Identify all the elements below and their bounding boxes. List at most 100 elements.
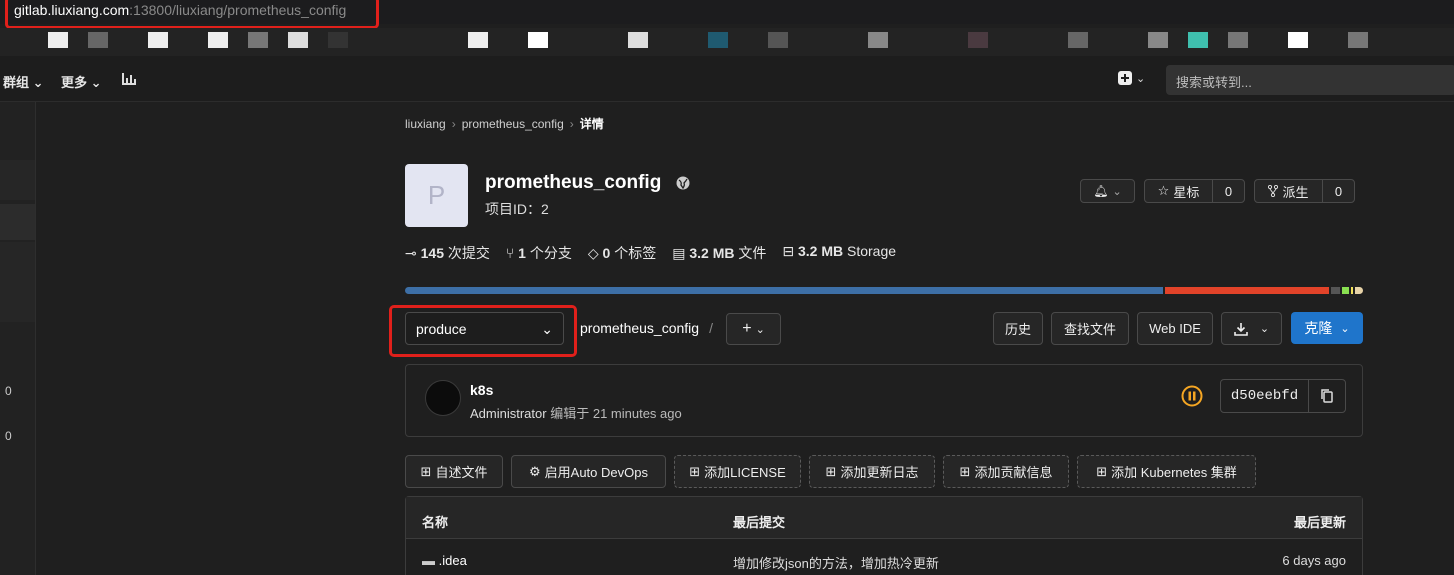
bookmarks-bar: [0, 28, 1454, 56]
add-kubernetes-cluster-button[interactable]: ⊞ 添加 Kubernetes 集群: [1077, 455, 1256, 488]
sidebar-count-badge: 0: [5, 429, 12, 443]
analytics-icon[interactable]: [121, 72, 137, 86]
public-visibility-icon: [676, 176, 690, 190]
readme-button[interactable]: ⊞ 自述文件: [405, 455, 503, 488]
clone-dropdown-button[interactable]: 克隆 ⌄: [1291, 312, 1363, 344]
history-button[interactable]: 历史: [993, 312, 1043, 345]
star-label: 星标: [1173, 184, 1200, 200]
branch-name: produce: [416, 321, 467, 337]
copy-icon: [1321, 389, 1333, 403]
commit-time: 21 minutes ago: [592, 406, 682, 421]
chevron-down-icon: ⌄: [755, 323, 765, 336]
stat-tags-label: 个标签: [614, 245, 657, 261]
stat-branches[interactable]: ⑂ 1 个分支: [506, 243, 572, 263]
star-count[interactable]: 0: [1213, 180, 1244, 202]
copy-sha-button[interactable]: [1308, 379, 1346, 413]
nav-more-label: 更多: [61, 75, 88, 90]
bookmark-item[interactable]: [968, 32, 988, 48]
bookmark-item[interactable]: [1228, 32, 1248, 48]
sidebar-item[interactable]: [0, 242, 35, 322]
clone-label: 克隆: [1304, 320, 1333, 336]
find-file-button[interactable]: 查找文件: [1051, 312, 1129, 345]
fork-count[interactable]: 0: [1323, 180, 1354, 202]
chevron-down-icon: ⌄: [32, 75, 44, 90]
bookmark-item[interactable]: [528, 32, 548, 48]
commit-icon: ⊸: [405, 245, 417, 261]
language-segment[interactable]: [1341, 287, 1349, 294]
stat-storage[interactable]: ⊟ 3.2 MB Storage: [782, 243, 896, 263]
path-separator: /: [709, 320, 713, 336]
stat-files-label: 文件: [738, 245, 767, 261]
file-name-cell[interactable]: ▬ .idea: [422, 553, 467, 568]
search-input[interactable]: 搜索或转到...: [1166, 65, 1454, 95]
language-segment[interactable]: [1165, 287, 1330, 294]
commit-title[interactable]: k8s: [470, 382, 493, 398]
branch-selector[interactable]: produce ⌄: [405, 312, 564, 345]
language-segment[interactable]: [1355, 287, 1363, 294]
add-license-button[interactable]: ⊞ 添加LICENSE: [674, 455, 801, 488]
download-dropdown[interactable]: ⌄: [1221, 312, 1282, 345]
breadcrumb-project[interactable]: prometheus_config: [462, 117, 564, 131]
sidebar-item[interactable]: [0, 160, 35, 200]
web-ide-button[interactable]: Web IDE: [1137, 312, 1213, 345]
sidebar-item-active[interactable]: [0, 204, 35, 240]
stat-files[interactable]: ▤ 3.2 MB 文件: [672, 243, 766, 263]
add-to-tree-dropdown[interactable]: + ⌄: [726, 313, 781, 345]
author-avatar[interactable]: [425, 380, 461, 416]
project-id-value: 2: [541, 201, 549, 217]
bookmark-item[interactable]: [628, 32, 648, 48]
bookmark-item[interactable]: [708, 32, 728, 48]
chevron-down-icon: ⌄: [1259, 323, 1270, 335]
commit-author[interactable]: Administrator: [470, 406, 547, 421]
star-button[interactable]: ☆ 星标: [1145, 180, 1213, 202]
commit-message-cell[interactable]: 增加修改json的方法，增加热冷更新: [733, 553, 939, 572]
folder-icon: ▬: [422, 553, 435, 568]
bookmark-item[interactable]: [1288, 32, 1308, 48]
repository-language-bar[interactable]: [405, 287, 1363, 294]
stat-commits-value: 145: [420, 245, 444, 261]
sidebar: [0, 102, 36, 575]
language-segment[interactable]: [405, 287, 1164, 294]
nav-more-menu[interactable]: 更多 ⌄: [61, 72, 102, 91]
nav-groups-menu[interactable]: 群组 ⌄: [3, 72, 44, 91]
bookmark-item[interactable]: [1148, 32, 1168, 48]
stat-branches-value: 1: [518, 245, 526, 261]
bookmark-item[interactable]: [1188, 32, 1208, 48]
bookmark-item[interactable]: [468, 32, 488, 48]
breadcrumb-namespace[interactable]: liuxiang: [405, 117, 446, 131]
notification-dropdown[interactable]: 🔔︎ ⌄: [1080, 179, 1135, 203]
add-changelog-button[interactable]: ⊞ 添加更新日志: [809, 455, 935, 488]
stat-storage-label: Storage: [847, 243, 897, 259]
chevron-down-icon: ⌄: [1112, 185, 1122, 198]
chevron-down-icon: ⌄: [541, 321, 553, 337]
pipeline-paused-icon[interactable]: [1181, 385, 1203, 407]
repo-path-root[interactable]: prometheus_config: [580, 320, 699, 336]
bookmark-item[interactable]: [248, 32, 268, 48]
chevron-right-icon: ›: [451, 117, 456, 131]
nav-groups-label: 群组: [3, 75, 30, 90]
bookmark-item[interactable]: [48, 32, 68, 48]
enable-auto-devops-button[interactable]: ⚙ 启用Auto DevOps: [511, 455, 666, 488]
new-item-dropdown[interactable]: ⌄: [1118, 71, 1145, 85]
settings-icon: ⚙: [529, 463, 541, 479]
column-header-name: 名称: [422, 515, 449, 530]
add-contributing-button[interactable]: ⊞ 添加贡献信息: [943, 455, 1069, 488]
bookmark-item[interactable]: [768, 32, 788, 48]
bookmark-item[interactable]: [328, 32, 348, 48]
project-avatar: P: [405, 164, 468, 227]
bookmark-item[interactable]: [868, 32, 888, 48]
bookmark-item[interactable]: [1348, 32, 1368, 48]
language-segment[interactable]: [1331, 287, 1340, 294]
breadcrumb-current[interactable]: 详情: [580, 117, 604, 131]
stat-commits[interactable]: ⊸ 145 次提交: [405, 243, 490, 263]
bookmark-item[interactable]: [1068, 32, 1088, 48]
bookmark-item[interactable]: [148, 32, 168, 48]
language-segment[interactable]: [1350, 287, 1354, 294]
bookmark-item[interactable]: [288, 32, 308, 48]
commit-sha[interactable]: d50eebfd: [1220, 379, 1309, 413]
bookmark-item[interactable]: [88, 32, 108, 48]
stat-storage-value: 3.2 MB: [797, 243, 844, 259]
stat-tags[interactable]: ◇ 0 个标签: [588, 243, 656, 263]
bookmark-item[interactable]: [208, 32, 228, 48]
fork-button[interactable]: 派生: [1255, 180, 1323, 202]
